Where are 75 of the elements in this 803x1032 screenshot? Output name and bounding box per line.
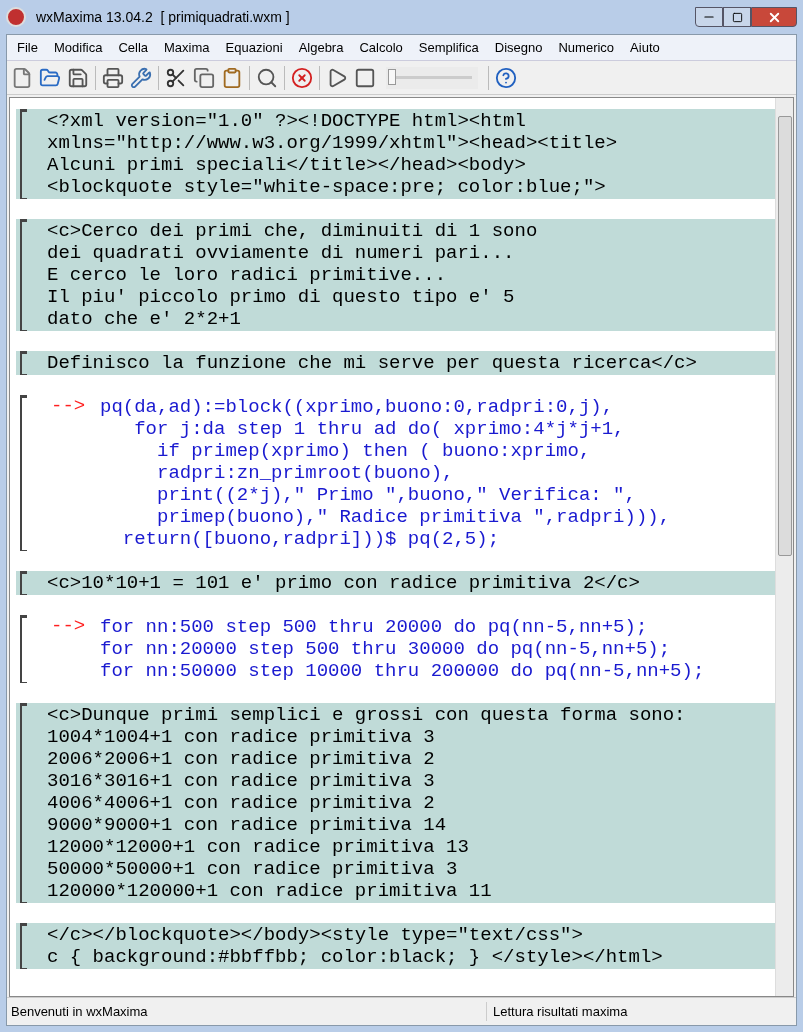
- clipboard-icon[interactable]: [221, 66, 243, 89]
- menu-item[interactable]: Cella: [110, 37, 156, 58]
- save-icon[interactable]: [67, 66, 89, 89]
- text-line: 1004*1004+1 con radice primitiva 3: [47, 726, 436, 748]
- menu-item[interactable]: Aiuto: [622, 37, 668, 58]
- new-file-icon[interactable]: [11, 66, 33, 89]
- code-line[interactable]: if primep(xprimo) then ( buono:xprimo,: [100, 440, 671, 462]
- folder-icon[interactable]: [39, 66, 61, 89]
- menu-item[interactable]: Calcolo: [351, 37, 411, 58]
- minimize-button[interactable]: [695, 7, 723, 27]
- menu-item[interactable]: Semplifica: [410, 37, 487, 58]
- code-line[interactable]: for j:da step 1 thru ad do( xprimo:4*j*j+1,: [100, 418, 671, 440]
- copy-icon[interactable]: [193, 66, 215, 89]
- text-line: 9000*9000+1 con radice primitiva 14: [47, 814, 448, 836]
- input-prompt: -->: [50, 615, 87, 639]
- menu-item[interactable]: File: [9, 37, 46, 58]
- text-line: 12000*12000+1 con radice primitiva 13: [47, 836, 470, 858]
- text-line: 120000*120000+1 con radice primitiva 11: [47, 880, 493, 902]
- text-line: <c>Cerco dei primi che, diminuiti di 1 sono: [47, 220, 538, 242]
- text-line: <c>Dunque primi semplici e grossi con questa forma sono:: [47, 704, 686, 726]
- cell-bracket[interactable]: [20, 351, 27, 375]
- animation-slider[interactable]: [386, 66, 478, 89]
- printer-icon[interactable]: [102, 66, 124, 89]
- text-line: c { background:#bbffbb; color:black; } </style></html>: [47, 946, 663, 968]
- text-line: <?xml version="1.0" ?><!DOCTYPE html><html: [47, 110, 527, 132]
- close-button[interactable]: [751, 7, 797, 27]
- menu-item[interactable]: Numerico: [550, 37, 623, 58]
- code-line[interactable]: for nn:20000 step 500 thru 30000 do pq(nn-5,nn+5);: [100, 638, 705, 660]
- menu-item[interactable]: Maxima: [156, 37, 218, 58]
- slider-thumb[interactable]: [388, 69, 396, 85]
- cell-bracket[interactable]: [20, 615, 27, 683]
- text-line: dato che e' 2*2+1: [47, 308, 242, 330]
- text-line: 50000*50000+1 con radice primitiva 3: [47, 858, 459, 880]
- menu-item[interactable]: Equazioni: [217, 37, 291, 58]
- app-logo-icon: [6, 7, 26, 27]
- cell-bracket[interactable]: [20, 395, 27, 551]
- text-line: Il piu' piccolo primo di questo tipo e' 5: [47, 286, 516, 308]
- window-title: wxMaxima 13.04.2 [ primiquadrati.wxm ]: [36, 7, 290, 27]
- text-line: xmlns="http://www.w3.org/1999/xhtml"><head><title>: [47, 132, 618, 154]
- search-icon[interactable]: [256, 66, 278, 89]
- status-text: Lettura risultati maxima: [492, 1002, 628, 1021]
- scissors-icon[interactable]: [165, 66, 187, 89]
- text-line: 4006*4006+1 con radice primitiva 2: [47, 792, 436, 814]
- text-line: <blockquote style="white-space:pre; color:blue;">: [47, 176, 607, 198]
- cell-bracket[interactable]: [20, 219, 27, 331]
- text-line: E cerco le loro radici primitive...: [47, 264, 448, 286]
- text-line: <c>10*10+1 = 101 e' primo con radice primitiva 2</c>: [47, 572, 640, 594]
- text-line: 3016*3016+1 con radice primitiva 3: [47, 770, 436, 792]
- code-line[interactable]: for nn:50000 step 10000 thru 200000 do pq(nn-5,nn+5);: [100, 660, 705, 682]
- input-prompt: -->: [50, 395, 87, 419]
- settings-icon[interactable]: [130, 66, 152, 89]
- menu-item[interactable]: Modifica: [45, 37, 111, 58]
- code-line[interactable]: primep(buono)," Radice primitiva ",radpri))),: [100, 506, 671, 528]
- text-line: 2006*2006+1 con radice primitiva 2: [47, 748, 436, 770]
- cell-bracket[interactable]: [20, 571, 27, 595]
- cell-bracket[interactable]: [20, 703, 27, 903]
- maximize-button[interactable]: [723, 7, 751, 27]
- menu-item[interactable]: Disegno: [486, 37, 551, 58]
- text-line: dei quadrati ovviamente di numeri pari...: [47, 242, 516, 264]
- stop-circle-icon[interactable]: [291, 66, 313, 89]
- menu-item[interactable]: Algebra: [290, 37, 352, 58]
- help-icon[interactable]: [495, 66, 517, 89]
- cell-bracket[interactable]: [20, 923, 27, 969]
- cell-bracket[interactable]: [20, 109, 27, 199]
- code-line[interactable]: radpri:zn_primroot(buono),: [100, 462, 671, 484]
- square-icon[interactable]: [354, 66, 376, 89]
- code-line[interactable]: return([buono,radpri]))$ pq(2,5);: [100, 528, 671, 550]
- text-line: Alcuni primi speciali</title></head><body>: [47, 154, 527, 176]
- code-line[interactable]: pq(da,ad):=block((xprimo,buono:0,radpri:0,j),: [100, 396, 671, 418]
- code-line[interactable]: print((2*j)," Primo ",buono," Verifica: ",: [100, 484, 671, 506]
- text-line: Definisco la funzione che mi serve per questa ricerca</c>: [47, 352, 697, 374]
- text-line: </c></blockquote></body><style type="text/css">: [47, 924, 584, 946]
- maximize-icon: [731, 11, 743, 23]
- code-line[interactable]: for nn:500 step 500 thru 20000 do pq(nn-5,nn+5);: [100, 616, 705, 638]
- status-text: Benvenuti in wxMaxima: [7, 1001, 487, 1022]
